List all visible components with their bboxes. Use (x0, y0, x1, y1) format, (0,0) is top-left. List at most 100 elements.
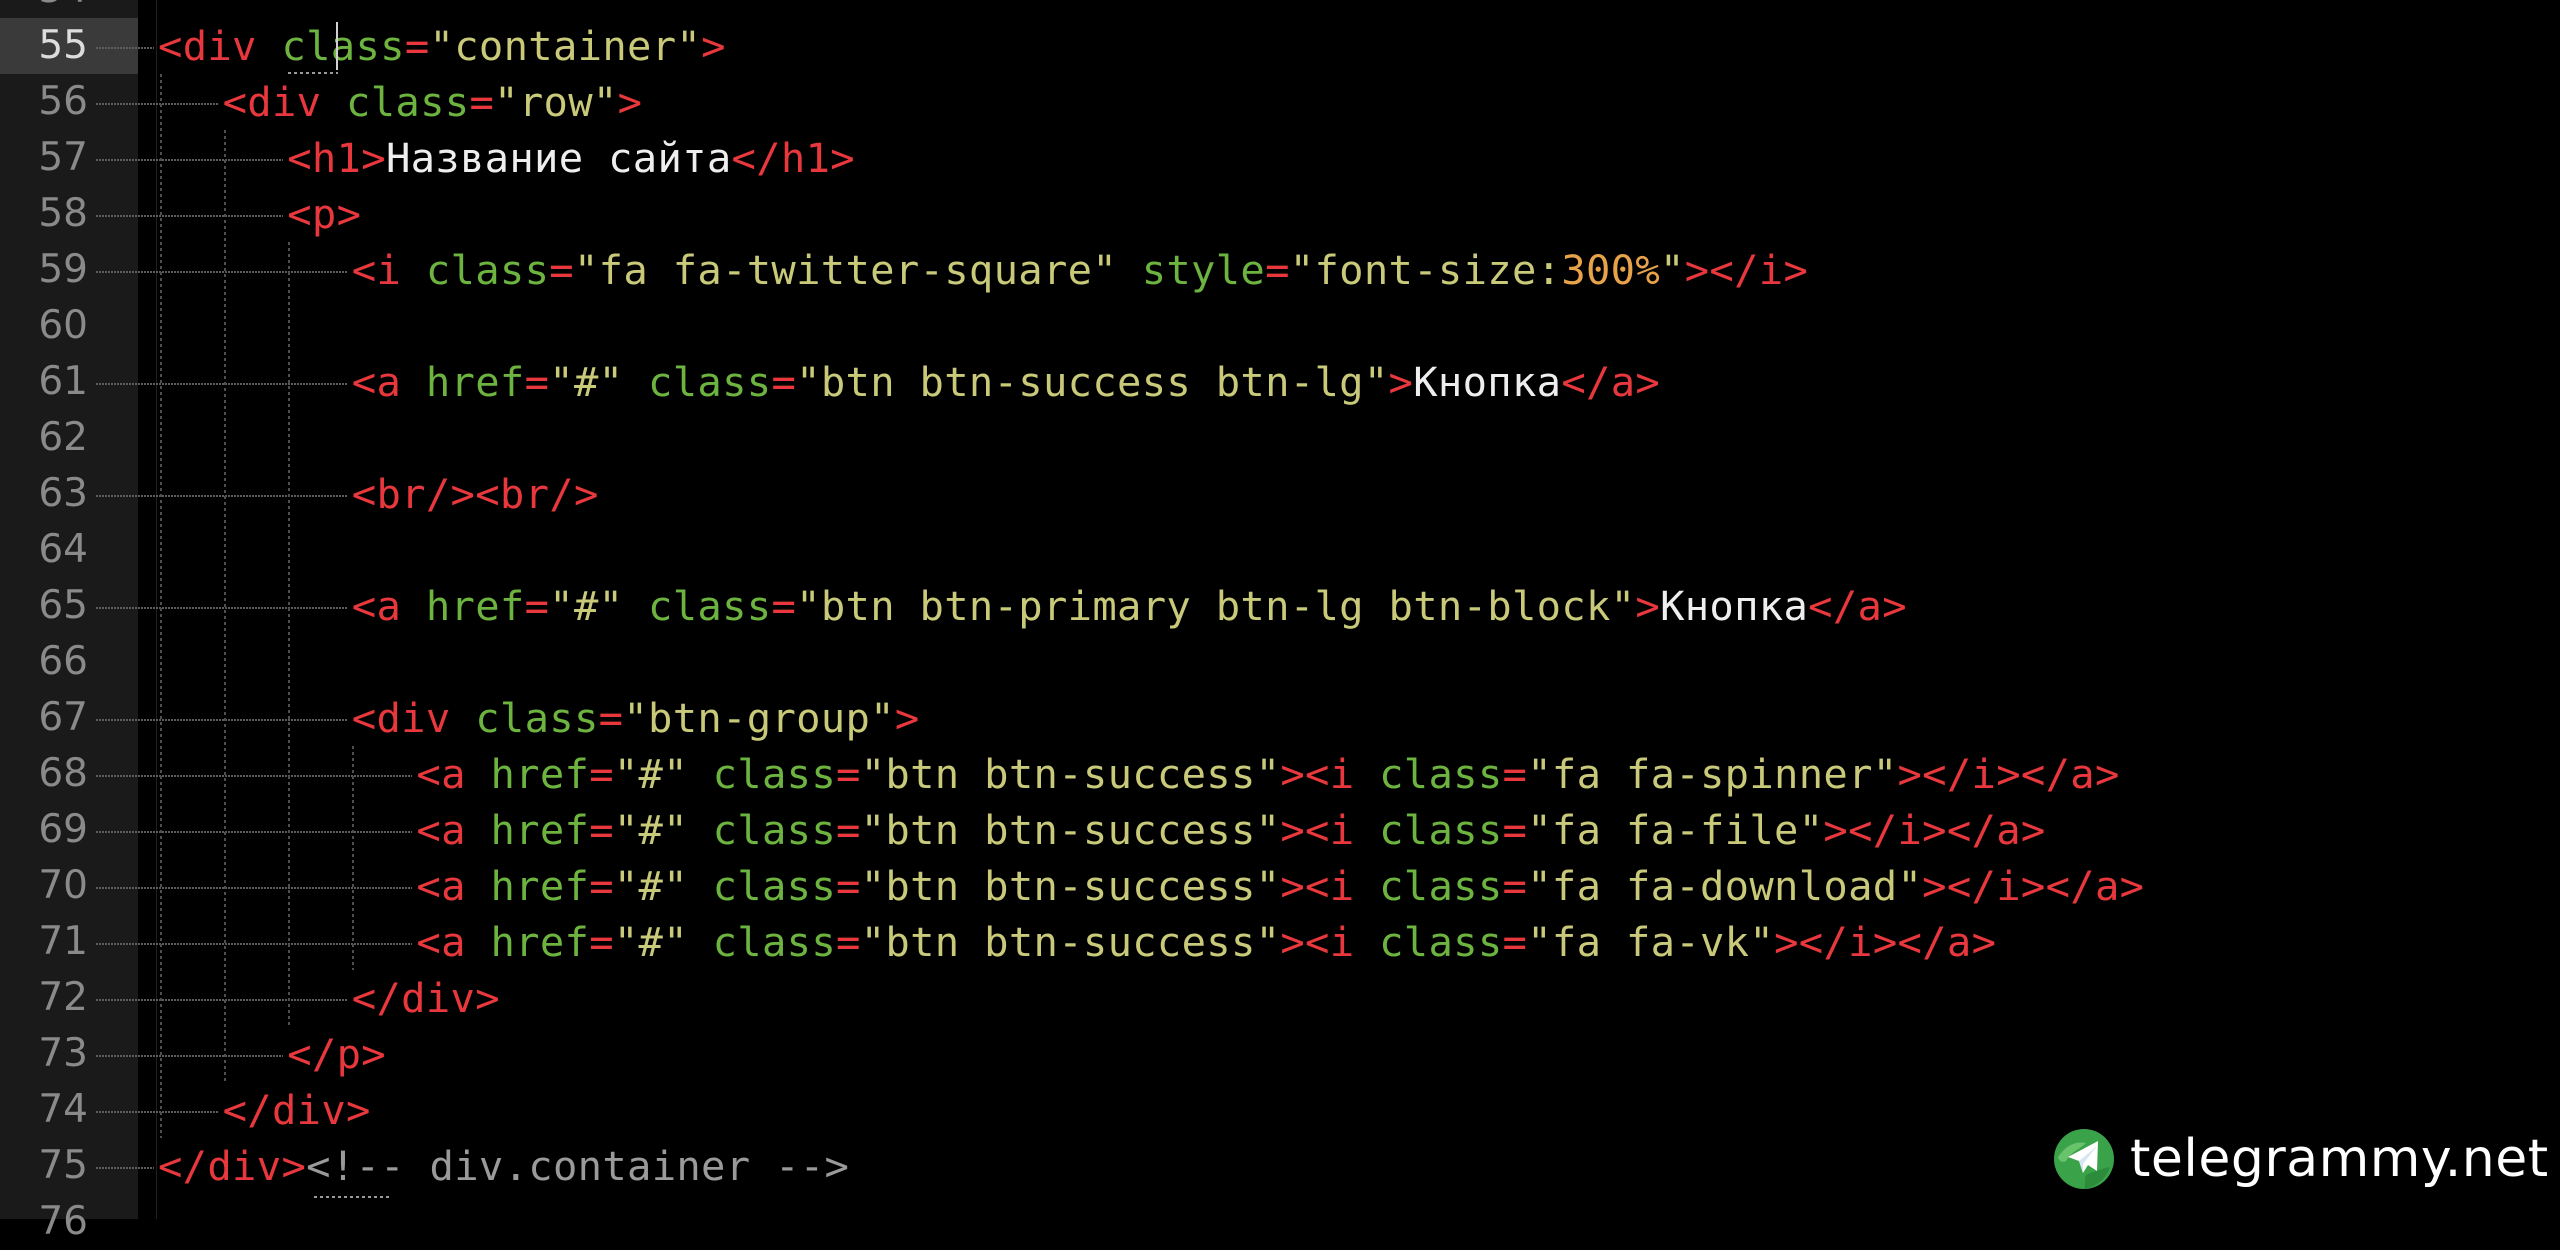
token-punc: > (336, 190, 362, 238)
code-line[interactable]: 73 </p> (0, 1026, 2560, 1082)
token-str: "#" (613, 750, 688, 798)
line-number: 68 (38, 751, 88, 796)
token-tag: div (247, 78, 322, 126)
code-text: <i class="fa fa-twitter-square" style="f… (352, 242, 1808, 298)
token-str: "fa fa-file" (1527, 806, 1824, 854)
code-line[interactable]: 63 <br/><br/> (0, 466, 2560, 522)
token-tag: h1 (311, 134, 362, 182)
line-number: 64 (38, 527, 88, 572)
token-tag: div (376, 694, 451, 742)
line-number: 59 (38, 247, 88, 292)
token-tag: div (182, 22, 257, 70)
token-tag: p (311, 190, 337, 238)
code-line[interactable]: 62 (0, 410, 2560, 466)
token-attr: class (648, 358, 772, 406)
token-punc: </ (287, 1030, 337, 1078)
code-line[interactable]: 59 <i class="fa fa-twitter-square" style=… (0, 242, 2560, 298)
token-punc: ></ (1684, 246, 1759, 294)
token-punc: < (287, 134, 312, 182)
token-str: "btn btn-success" (860, 750, 1281, 798)
token-punc: < (351, 694, 377, 742)
code-line[interactable]: 71 <a href="#" class="btn btn-success"><i… (0, 914, 2560, 970)
token-tag: div (271, 1086, 347, 1134)
token-punc: > (701, 22, 726, 70)
token-punc: > (617, 78, 643, 126)
token-punc: < (351, 470, 377, 518)
code-line[interactable]: 55 <div class="container"> (0, 18, 2560, 74)
token-punc: = (589, 806, 614, 854)
line-number: 56 (38, 79, 88, 124)
indent-guide (96, 215, 284, 217)
code-line[interactable]: 54 (0, 0, 2560, 18)
indent-guide (96, 775, 413, 777)
line-number: 62 (38, 415, 88, 460)
code-editor[interactable]: 5455<div class="container">56<div class=… (0, 0, 2560, 1244)
token-str: "btn btn-success btn-lg" (796, 358, 1389, 406)
token-tag: i (1897, 806, 1923, 854)
code-line[interactable]: 69 <a href="#" class="btn btn-success"><i… (0, 802, 2560, 858)
token-punc: > (894, 694, 920, 742)
token-tag: a (2094, 862, 2120, 910)
token-punc: < (351, 358, 377, 406)
token-str: "btn btn-primary btn-lg btn-block" (796, 582, 1636, 630)
token-attr: class (1379, 918, 1503, 966)
token-tag: a (441, 862, 466, 910)
token-attr: class (712, 750, 837, 798)
token-str: "#" (613, 918, 688, 966)
token-attr: href (490, 806, 590, 854)
token-punc: < (416, 750, 442, 798)
token-punc: = (589, 862, 614, 910)
token-punc: > (475, 974, 500, 1022)
code-line[interactable]: 58 <p> (0, 186, 2560, 242)
token-attr: href (425, 582, 525, 630)
code-text: </p> (287, 1026, 386, 1082)
indent-guide (96, 999, 348, 1001)
indent-guide (96, 831, 413, 833)
line-number: 65 (38, 583, 88, 628)
code-line[interactable]: 61 <a href="#" class="btn btn-success btn… (0, 354, 2560, 410)
code-text: <a href="#" class="btn btn-success"><i c… (416, 914, 1996, 970)
code-line[interactable]: 66 (0, 634, 2560, 690)
token-tag: i (376, 246, 402, 294)
token-punc: = (1265, 246, 1290, 294)
code-line[interactable]: 72 </div> (0, 970, 2560, 1026)
code-line[interactable]: 68 <a href="#" class="btn btn-success"><i… (0, 746, 2560, 802)
line-number: 66 (38, 639, 88, 684)
token-str: "fa fa-twitter-square" (573, 246, 1117, 294)
token-punc: </ (731, 134, 781, 182)
code-line[interactable]: 60 (0, 298, 2560, 354)
vertical-indent-guide (352, 746, 354, 970)
code-line[interactable]: 56 <div class="row"> (0, 74, 2560, 130)
token-tag: a (1857, 582, 1883, 630)
token-punc: = (836, 806, 861, 854)
code-line[interactable]: 76 (0, 1194, 2560, 1250)
indent-guide (96, 103, 219, 105)
code-line[interactable]: 57 <h1>Название сайта</h1> (0, 130, 2560, 186)
token-text: Кнопка (1413, 358, 1562, 406)
token-punc: ></ (1872, 918, 1947, 966)
code-text: <div class="btn-group"> (352, 690, 920, 746)
token-str: "btn btn-success" (860, 806, 1281, 854)
vertical-indent-guide (160, 74, 162, 1138)
indent-guide (96, 383, 348, 385)
token-punc: = (1502, 862, 1528, 910)
token-str: "#" (549, 358, 624, 406)
token-tag: h1 (780, 134, 831, 182)
line-number: 74 (38, 1087, 88, 1132)
token-punc: = (836, 918, 861, 966)
code-line[interactable]: 65 <a href="#" class="btn btn-primary btn… (0, 578, 2560, 634)
token-punc: >< (1280, 806, 1330, 854)
code-line[interactable]: 67 <div class="btn-group"> (0, 690, 2560, 746)
code-line[interactable]: 70 <a href="#" class="btn btn-success"><i… (0, 858, 2560, 914)
code-line[interactable]: 64 (0, 522, 2560, 578)
indent-guide (96, 47, 154, 49)
token-attr: class (475, 694, 599, 742)
token-punc: > (2020, 806, 2046, 854)
